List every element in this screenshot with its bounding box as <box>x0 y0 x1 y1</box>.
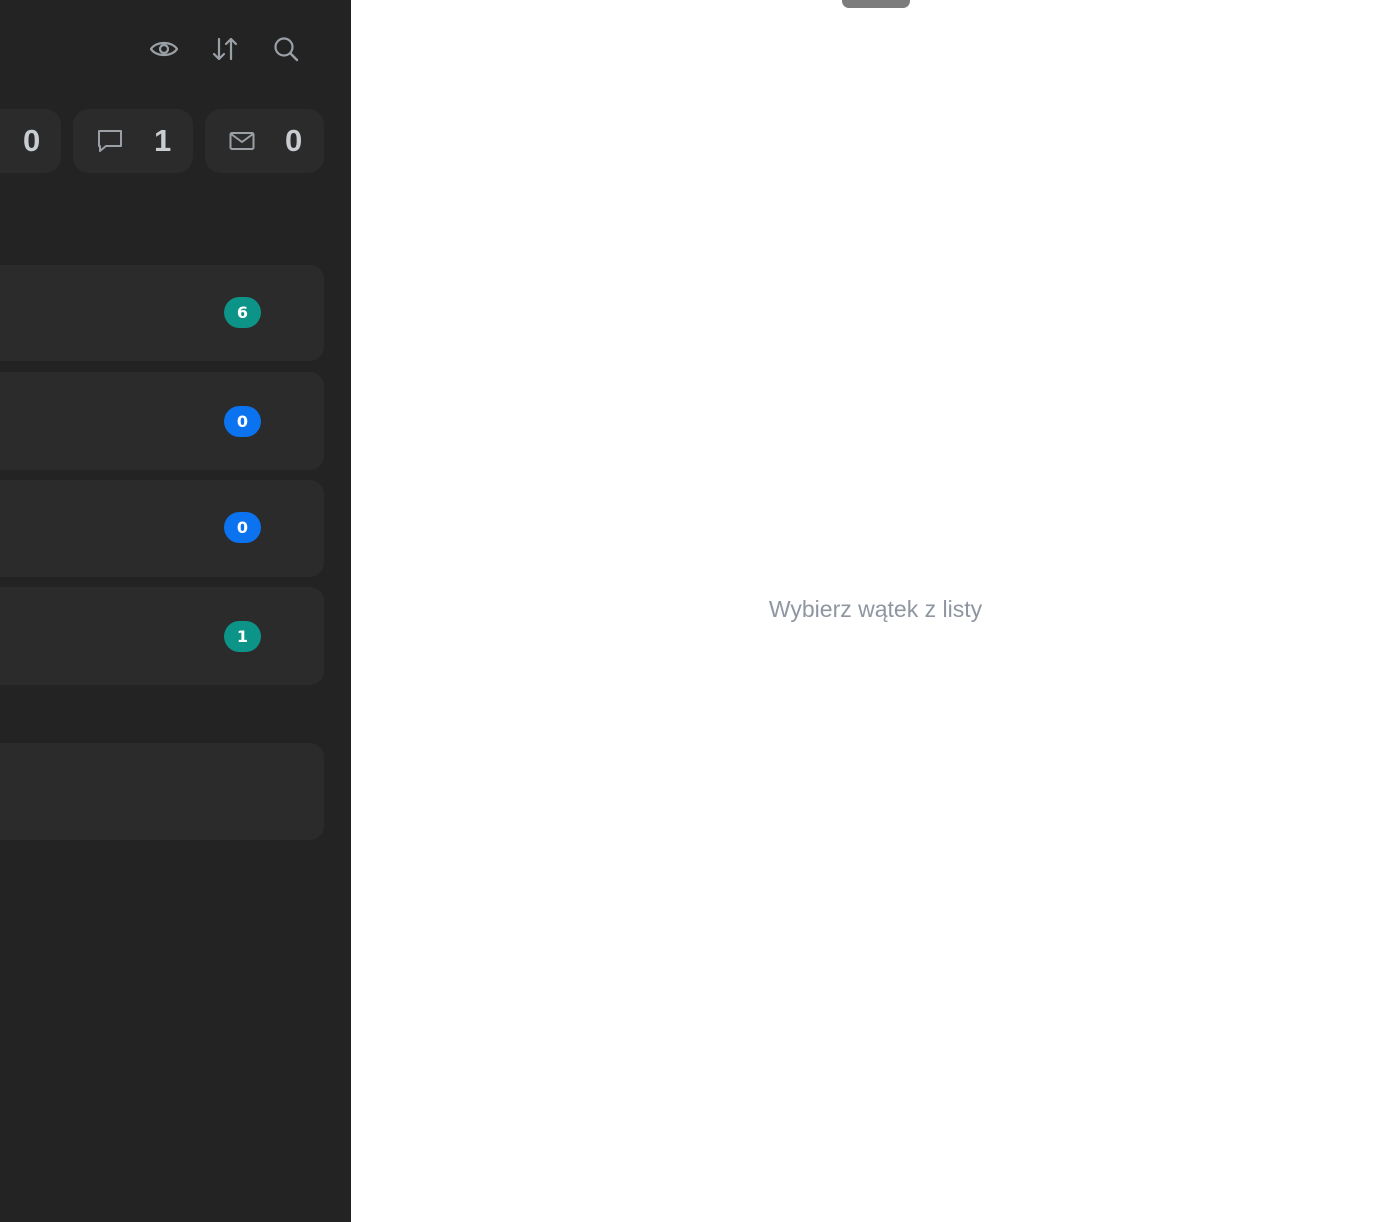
list-item[interactable]: 0 <box>0 372 324 470</box>
drawer-handle[interactable] <box>842 0 910 8</box>
search-icon[interactable] <box>268 31 304 67</box>
list-item[interactable]: 0 <box>0 480 324 577</box>
list-item[interactable] <box>0 743 324 840</box>
list-item[interactable]: 6 <box>0 265 324 361</box>
chat-bubble-icon <box>95 127 125 155</box>
sidebar: 0 1 0 6 0 0 1 <box>0 0 351 1222</box>
sort-arrows-icon[interactable] <box>207 31 243 67</box>
empty-state-message: Wybierz wątek z listy <box>768 596 983 622</box>
stat-value: 0 <box>23 123 41 158</box>
unread-count-badge: 6 <box>224 297 261 328</box>
envelope-icon <box>227 127 257 155</box>
thread-view-pane: Wybierz wątek z listy <box>351 0 1400 1222</box>
stat-card-mail[interactable]: 0 <box>205 109 324 173</box>
stat-value: 0 <box>285 123 303 158</box>
unread-count-badge: 1 <box>224 621 261 652</box>
eye-icon[interactable] <box>146 31 182 67</box>
stat-card-partial[interactable]: 0 <box>0 109 61 173</box>
stat-value: 1 <box>154 123 172 158</box>
unread-count-badge: 0 <box>224 512 261 543</box>
unread-count-badge: 0 <box>224 406 261 437</box>
stat-card-chat[interactable]: 1 <box>73 109 193 173</box>
list-item[interactable]: 1 <box>0 587 324 685</box>
